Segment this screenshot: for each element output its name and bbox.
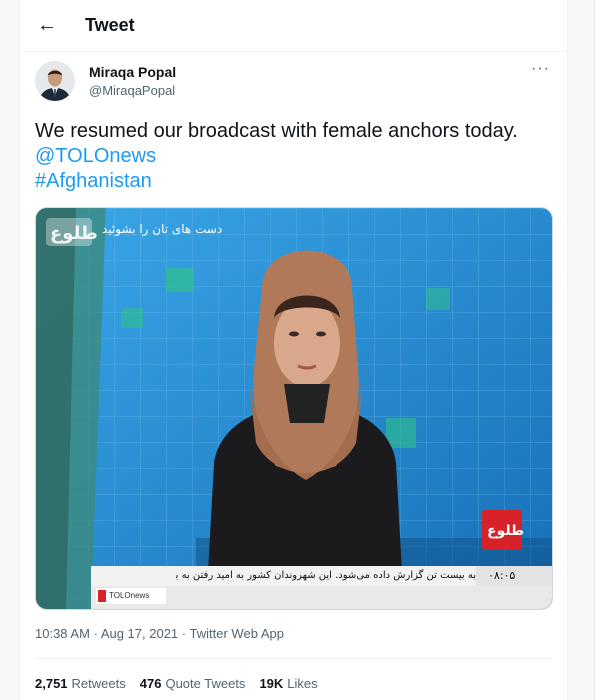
tweet-panel: ← Tweet Miraqa Popal @MiraqaPopal ··· We… xyxy=(19,0,568,700)
meta-separator: · xyxy=(93,626,98,641)
stats-divider xyxy=(35,658,552,659)
author-handle[interactable]: @MiraqaPopal xyxy=(89,83,175,98)
media-source-label: TOLOnews xyxy=(109,591,150,600)
tweet-media-image[interactable]: طلوع طلوع دست های تان را بشوئید به بیست … xyxy=(35,207,553,610)
retweets-label: Retweets xyxy=(71,676,126,691)
media-top-caption: دست های تان را بشوئید xyxy=(102,222,223,236)
retweets-stat[interactable]: 2,751 Retweets xyxy=(35,676,126,691)
more-options-button[interactable]: ··· xyxy=(531,60,550,78)
likes-stat[interactable]: 19K Likes xyxy=(259,676,317,691)
broadcast-image: طلوع طلوع xyxy=(36,208,552,609)
likes-count: 19K xyxy=(259,676,284,691)
tweet-text: We resumed our broadcast with female anc… xyxy=(35,119,518,194)
meta-separator-2: · xyxy=(181,626,187,641)
tweet-client[interactable]: Twitter Web App xyxy=(190,626,284,641)
quotes-label: Quote Tweets xyxy=(165,676,246,691)
likes-label: Likes xyxy=(287,676,318,691)
retweets-count: 2,751 xyxy=(35,676,68,691)
back-button[interactable]: ← xyxy=(36,14,58,36)
more-icon: ··· xyxy=(531,60,550,77)
tweet-header: ← Tweet xyxy=(20,0,567,52)
quote-tweets-stat[interactable]: 476 Quote Tweets xyxy=(140,676,246,691)
tweet-time[interactable]: 10:38 AM xyxy=(35,626,90,641)
avatar-image xyxy=(35,61,75,101)
quotes-count: 476 xyxy=(139,676,162,691)
mention-link[interactable]: @TOLOnews xyxy=(35,144,518,169)
arrow-left-icon: ← xyxy=(37,14,57,36)
media-ticker-time: ۰۸:۰۵ xyxy=(488,569,516,582)
svg-text:طلوع: طلوع xyxy=(487,523,524,539)
tweet-meta: 10:38 AM · Aug 17, 2021 · Twitter Web Ap… xyxy=(35,626,284,641)
avatar[interactable] xyxy=(35,61,75,101)
right-sidebar-edge xyxy=(594,0,600,700)
svg-text:طلوع: طلوع xyxy=(50,223,98,244)
media-ticker-text: به بیست تن گزارش داده می‌شود. این شهروند… xyxy=(176,570,476,581)
tweet-stats: 2,751 Retweets 476 Quote Tweets 19K Likes xyxy=(35,676,318,691)
page-title: Tweet xyxy=(85,15,135,35)
tweet-date[interactable]: Aug 17, 2021 xyxy=(101,626,178,641)
tweet-body: We resumed our broadcast with female anc… xyxy=(35,120,518,142)
author-name[interactable]: Miraqa Popal xyxy=(89,64,176,80)
hashtag-link[interactable]: #Afghanistan xyxy=(35,169,518,194)
